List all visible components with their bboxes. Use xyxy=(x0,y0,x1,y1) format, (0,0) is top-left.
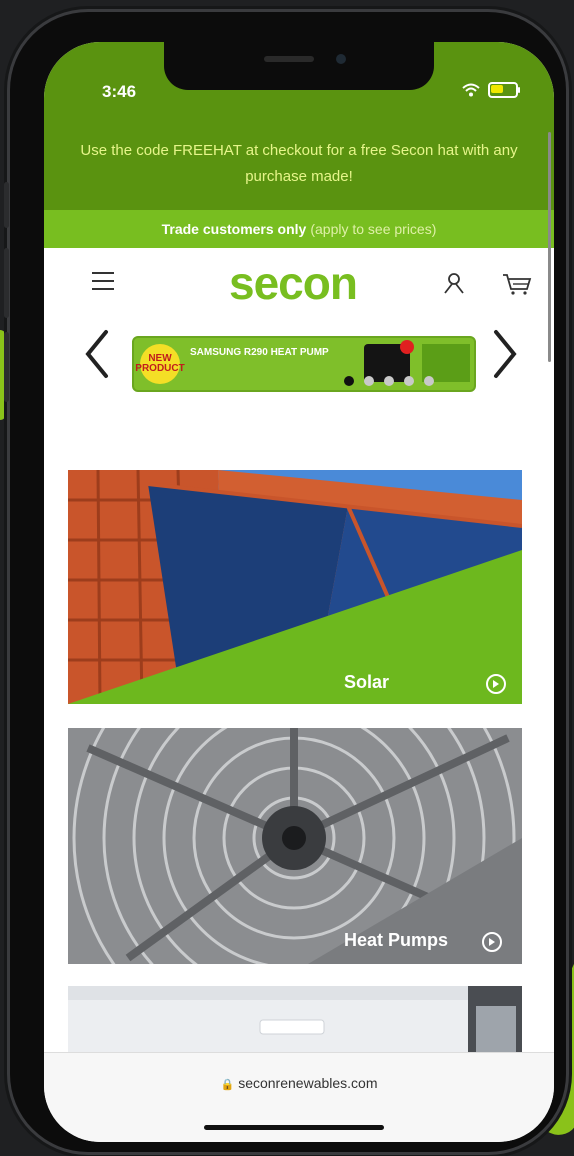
phone-volume-up xyxy=(4,248,9,318)
chevron-left-icon[interactable] xyxy=(78,324,118,384)
category-label: Solar xyxy=(344,672,390,692)
notch-camera xyxy=(336,54,346,64)
carousel-slide[interactable]: NEW PRODUCT SAMSUNG R290 HEAT PUMP xyxy=(132,336,476,392)
new-product-badge: NEW PRODUCT xyxy=(135,344,185,384)
heat-pump-fan-image xyxy=(68,728,522,964)
notch-speaker xyxy=(264,56,314,62)
chevron-right-icon[interactable] xyxy=(484,324,524,384)
arrow-circle-icon[interactable] xyxy=(482,932,502,952)
trade-strong-text: Trade customers only xyxy=(161,221,307,237)
url-text: seconrenewables.com xyxy=(238,1075,378,1091)
user-icon[interactable] xyxy=(444,272,464,294)
carousel-dots xyxy=(344,376,434,386)
category-label: Heat Pumps xyxy=(344,930,449,950)
phone-volume-down xyxy=(4,332,9,402)
wifi-icon xyxy=(462,83,480,97)
phone-side-button xyxy=(4,182,9,228)
carousel-dot[interactable] xyxy=(424,376,434,386)
arrow-circle-icon[interactable] xyxy=(486,674,506,694)
phone-frame: 3:46 Use the code FREEHAT at checkout fo… xyxy=(4,12,566,1152)
carousel-dot[interactable] xyxy=(404,376,414,386)
home-indicator[interactable] xyxy=(204,1125,384,1130)
status-time: 3:46 xyxy=(102,82,137,101)
lock-icon: 🔒 xyxy=(220,1079,235,1091)
site-header: secon xyxy=(44,248,554,318)
menu-icon[interactable] xyxy=(92,272,114,290)
phone-notch xyxy=(164,42,434,90)
category-card-heat-pumps[interactable]: Heat Pumps xyxy=(68,728,522,964)
category-card-solar[interactable]: Solar xyxy=(68,470,522,704)
battery-icon xyxy=(488,82,520,98)
browser-address-bar[interactable]: 🔒 seconrenewables.com xyxy=(44,1052,554,1142)
solar-panel-image xyxy=(68,470,522,704)
address-bar-url[interactable]: 🔒 seconrenewables.com xyxy=(44,1075,554,1091)
promo-message: Use the code FREEHAT at checkout for a f… xyxy=(80,142,518,185)
carousel-dot[interactable] xyxy=(384,376,394,386)
slide-title: SAMSUNG R290 HEAT PUMP xyxy=(190,347,329,358)
trade-bar[interactable]: Trade customers only (apply to see price… xyxy=(44,210,554,248)
trade-note[interactable]: (apply to see prices) xyxy=(310,221,436,237)
scroll-indicator[interactable] xyxy=(548,132,551,362)
carousel-dot[interactable] xyxy=(364,376,374,386)
carousel-dot[interactable] xyxy=(344,376,354,386)
promo-carousel: NEW PRODUCT SAMSUNG R290 HEAT PUMP xyxy=(44,322,554,392)
site-logo[interactable]: secon xyxy=(229,256,358,310)
status-icons xyxy=(462,82,520,98)
phone-screen: 3:46 Use the code FREEHAT at checkout fo… xyxy=(44,42,554,1142)
cart-icon[interactable] xyxy=(502,272,532,296)
